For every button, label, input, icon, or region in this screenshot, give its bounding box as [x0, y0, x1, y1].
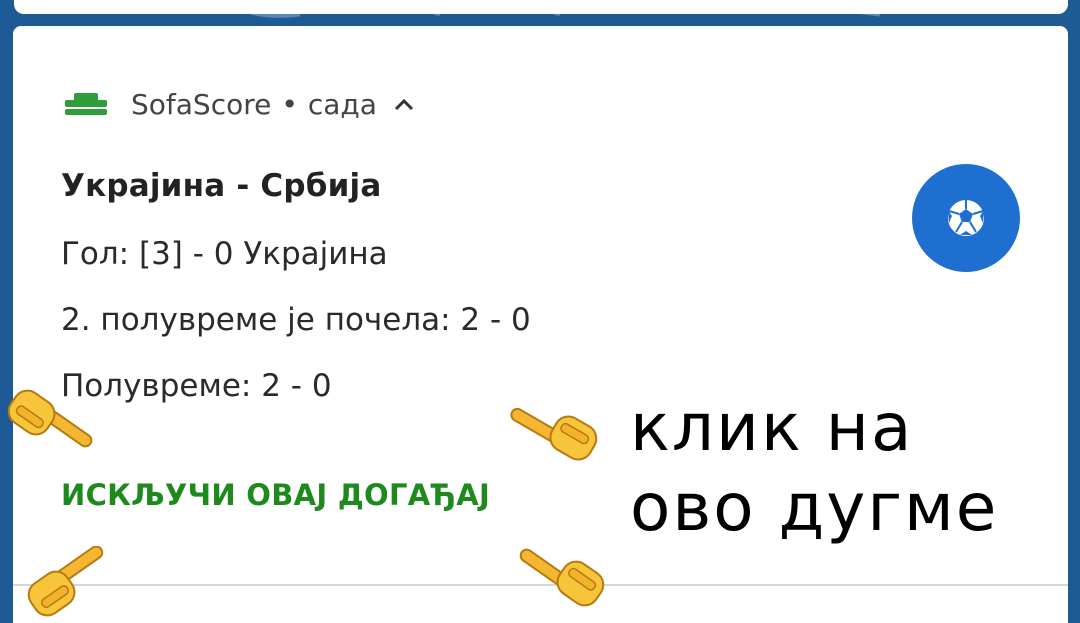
instruction-caption: клик на ово дугме: [630, 388, 998, 548]
sport-icon-button[interactable]: [912, 164, 1020, 272]
caption-line-1: клик на: [630, 389, 914, 466]
pointing-hand-icon: [27, 546, 104, 617]
notification-line-halftime: Полувреме: 2 - 0: [61, 368, 332, 404]
notification-header: SofaScore • сада: [63, 86, 415, 122]
pointing-hand-icon: [7, 389, 93, 448]
notification-time: сада: [307, 87, 377, 121]
caption-line-2: ово дугме: [630, 469, 999, 546]
header-separator: •: [281, 87, 298, 121]
previous-notification-card: [14, 0, 1068, 14]
notification-title: Украјина - Србија: [61, 168, 382, 204]
notification-line-goal: Гол: [3] - 0 Украјина: [61, 236, 388, 272]
soccer-ball-icon: [946, 198, 986, 238]
sofascore-logo-icon: [65, 93, 107, 115]
app-name: SofaScore: [131, 87, 272, 121]
pointing-hand-icon: [510, 407, 598, 461]
chevron-up-icon[interactable]: [393, 97, 415, 111]
notification-line-second-half: 2. полувреме је почела: 2 - 0: [61, 302, 531, 338]
disable-event-button[interactable]: ИСКЉУЧИ ОВАЈ ДОГАЂАЈ: [61, 478, 490, 512]
pointing-hand-icon: [519, 548, 605, 607]
